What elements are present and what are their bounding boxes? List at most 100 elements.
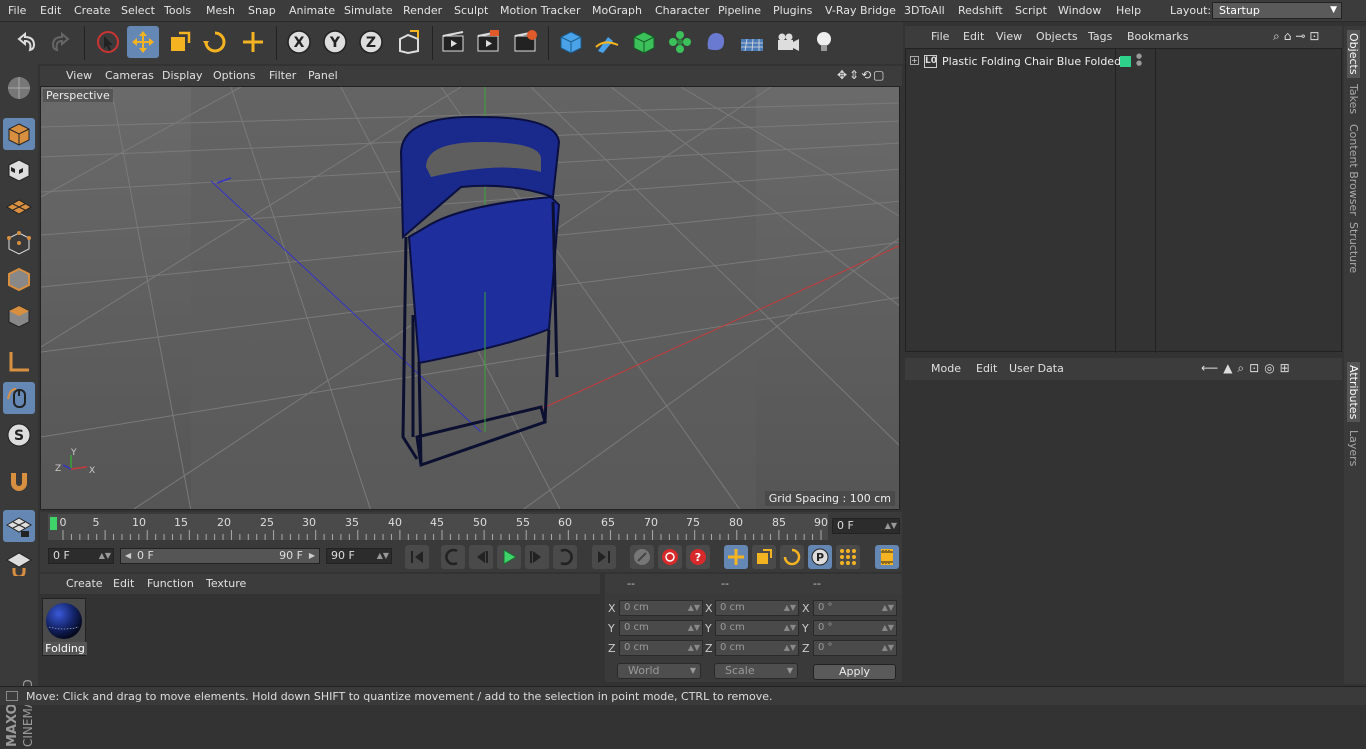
rotation-p-field[interactable]: 0 ° ▲▼ bbox=[813, 620, 897, 636]
redo-icon[interactable] bbox=[45, 26, 77, 58]
position-y-field[interactable]: 0 cm ▲▼ bbox=[619, 620, 703, 636]
menu-select[interactable]: Select bbox=[121, 4, 155, 17]
size-z-field[interactable]: 0 cm ▲▼ bbox=[715, 640, 799, 656]
live-selection-icon[interactable] bbox=[237, 26, 269, 58]
material-menu-edit[interactable]: Edit bbox=[113, 577, 134, 590]
range-left-arrow[interactable]: ◀ bbox=[125, 549, 131, 563]
object-menu-file[interactable]: File bbox=[931, 30, 949, 43]
workplane-lock-icon[interactable] bbox=[3, 510, 35, 542]
menu-edit[interactable]: Edit bbox=[40, 4, 61, 17]
x-axis-icon[interactable]: X bbox=[283, 26, 315, 58]
play-forward-button[interactable] bbox=[497, 545, 521, 569]
edges-mode-icon[interactable] bbox=[3, 263, 35, 295]
attribute-nav-icons[interactable]: ⟵▲⌕⊡◎⊞ bbox=[1201, 361, 1295, 376]
previous-key-button[interactable] bbox=[441, 545, 465, 569]
current-frame-field[interactable]: 0 F ▲▼ bbox=[832, 518, 900, 534]
object-menu-objects[interactable]: Objects bbox=[1036, 30, 1078, 43]
menu-simulate[interactable]: Simulate bbox=[344, 4, 393, 17]
cloner-icon[interactable] bbox=[664, 26, 696, 58]
tab-content-browser[interactable]: Content Browser bbox=[1347, 124, 1360, 216]
menu-animate[interactable]: Animate bbox=[289, 4, 335, 17]
object-menu-edit[interactable]: Edit bbox=[963, 30, 984, 43]
position-z-field[interactable]: 0 cm ▲▼ bbox=[619, 640, 703, 656]
viewport-navigation-icons[interactable]: ✥⇕⟲▢ bbox=[837, 68, 887, 82]
key-parameter-icon[interactable]: P bbox=[808, 545, 832, 569]
undo-icon[interactable] bbox=[10, 26, 42, 58]
render-settings-icon[interactable] bbox=[509, 26, 541, 58]
axis-icon[interactable] bbox=[3, 346, 35, 378]
apply-button[interactable]: Apply bbox=[813, 664, 896, 680]
key-position-icon[interactable] bbox=[724, 545, 748, 569]
workplane-icon[interactable] bbox=[3, 191, 35, 223]
material-menu-create[interactable]: Create bbox=[66, 577, 103, 590]
object-mode-icon[interactable] bbox=[3, 118, 35, 150]
points-mode-icon[interactable] bbox=[3, 227, 35, 259]
frame-ruler[interactable]: 0 5 10 15 20 25 30 35 40 45 50 55 60 65 … bbox=[48, 514, 828, 540]
expand-plus-icon[interactable]: + bbox=[910, 56, 919, 65]
polygons-mode-icon[interactable] bbox=[3, 300, 35, 332]
layout-select[interactable]: Startup ▼ bbox=[1212, 2, 1342, 19]
menu-script[interactable]: Script bbox=[1015, 4, 1047, 17]
viewport-menu-cameras[interactable]: Cameras bbox=[105, 69, 154, 82]
render-view-icon[interactable] bbox=[437, 26, 469, 58]
menu-sculpt[interactable]: Sculpt bbox=[454, 4, 488, 17]
y-axis-icon[interactable]: Y bbox=[319, 26, 351, 58]
menu-motion-tracker[interactable]: Motion Tracker bbox=[500, 4, 580, 17]
coordinate-system-icon[interactable] bbox=[393, 26, 425, 58]
coordinate-space-dropdown[interactable]: World ▼ bbox=[617, 663, 701, 679]
menu-mesh[interactable]: Mesh bbox=[206, 4, 235, 17]
render-picture-icon[interactable] bbox=[472, 26, 504, 58]
subdivision-icon[interactable] bbox=[628, 26, 660, 58]
go-to-start-button[interactable] bbox=[405, 545, 429, 569]
record-keys-disabled-icon[interactable] bbox=[630, 545, 654, 569]
size-x-field[interactable]: 0 cm ▲▼ bbox=[715, 600, 799, 616]
viewport-menu-view[interactable]: View bbox=[66, 69, 92, 82]
viewport-menu-panel[interactable]: Panel bbox=[308, 69, 338, 82]
attribute-menu-mode[interactable]: Mode bbox=[931, 362, 961, 375]
tab-objects[interactable]: Objects bbox=[1347, 30, 1360, 78]
timeline-ruler[interactable]: 0 5 10 15 20 25 30 35 40 45 50 55 60 65 … bbox=[40, 512, 902, 542]
timeline-window-icon[interactable] bbox=[875, 545, 899, 569]
move-icon[interactable] bbox=[127, 26, 159, 58]
attribute-menu-edit[interactable]: Edit bbox=[976, 362, 997, 375]
menu-file[interactable]: File bbox=[8, 4, 26, 17]
range-right-arrow[interactable]: ▶ bbox=[309, 549, 315, 563]
camera-icon[interactable] bbox=[772, 26, 804, 58]
viewport-menu-filter[interactable]: Filter bbox=[269, 69, 296, 82]
object-menu-view[interactable]: View bbox=[996, 30, 1022, 43]
menu-window[interactable]: Window bbox=[1058, 4, 1101, 17]
autokey-icon[interactable]: ? bbox=[686, 545, 710, 569]
solo-icon[interactable]: S bbox=[3, 419, 35, 451]
light-icon[interactable] bbox=[808, 26, 840, 58]
menu-pipeline[interactable]: Pipeline bbox=[718, 4, 761, 17]
floor-icon[interactable] bbox=[736, 26, 768, 58]
viewport-menu-display[interactable]: Display bbox=[162, 69, 203, 82]
rotate-icon[interactable] bbox=[199, 26, 231, 58]
material-menu-function[interactable]: Function bbox=[147, 577, 194, 590]
rotation-h-field[interactable]: 0 ° ▲▼ bbox=[813, 600, 897, 616]
object-manager-tool-icons[interactable]: ⌕⌂⊸⊡ bbox=[1273, 29, 1323, 44]
end-frame-field[interactable]: 90 F ▲▼ bbox=[326, 548, 392, 564]
object-menu-bookmarks[interactable]: Bookmarks bbox=[1127, 30, 1188, 43]
tab-takes[interactable]: Takes bbox=[1347, 84, 1360, 114]
viewport-menu-options[interactable]: Options bbox=[213, 69, 255, 82]
menu-3dtoall[interactable]: 3DToAll bbox=[904, 4, 945, 17]
material-menu-texture[interactable]: Texture bbox=[206, 577, 246, 590]
menu-redshift[interactable]: Redshift bbox=[958, 4, 1003, 17]
object-menu-tags[interactable]: Tags bbox=[1088, 30, 1112, 43]
tab-structure[interactable]: Structure bbox=[1347, 222, 1360, 273]
menu-snap[interactable]: Snap bbox=[248, 4, 276, 17]
record-active-icon[interactable] bbox=[658, 545, 682, 569]
rotation-b-field[interactable]: 0 ° ▲▼ bbox=[813, 640, 897, 656]
size-y-field[interactable]: 0 cm ▲▼ bbox=[715, 620, 799, 636]
select-icon[interactable] bbox=[92, 26, 124, 58]
size-mode-dropdown[interactable]: Scale ▼ bbox=[714, 663, 798, 679]
tweak-mode-icon[interactable] bbox=[3, 382, 35, 414]
key-rotation-icon[interactable] bbox=[780, 545, 804, 569]
tab-attributes[interactable]: Attributes bbox=[1347, 362, 1360, 423]
key-scale-icon[interactable] bbox=[752, 545, 776, 569]
menu-vray-bridge[interactable]: V-Ray Bridge bbox=[825, 4, 896, 17]
scale-icon[interactable] bbox=[164, 26, 196, 58]
attribute-menu-user-data[interactable]: User Data bbox=[1009, 362, 1064, 375]
tab-layers[interactable]: Layers bbox=[1347, 430, 1360, 466]
